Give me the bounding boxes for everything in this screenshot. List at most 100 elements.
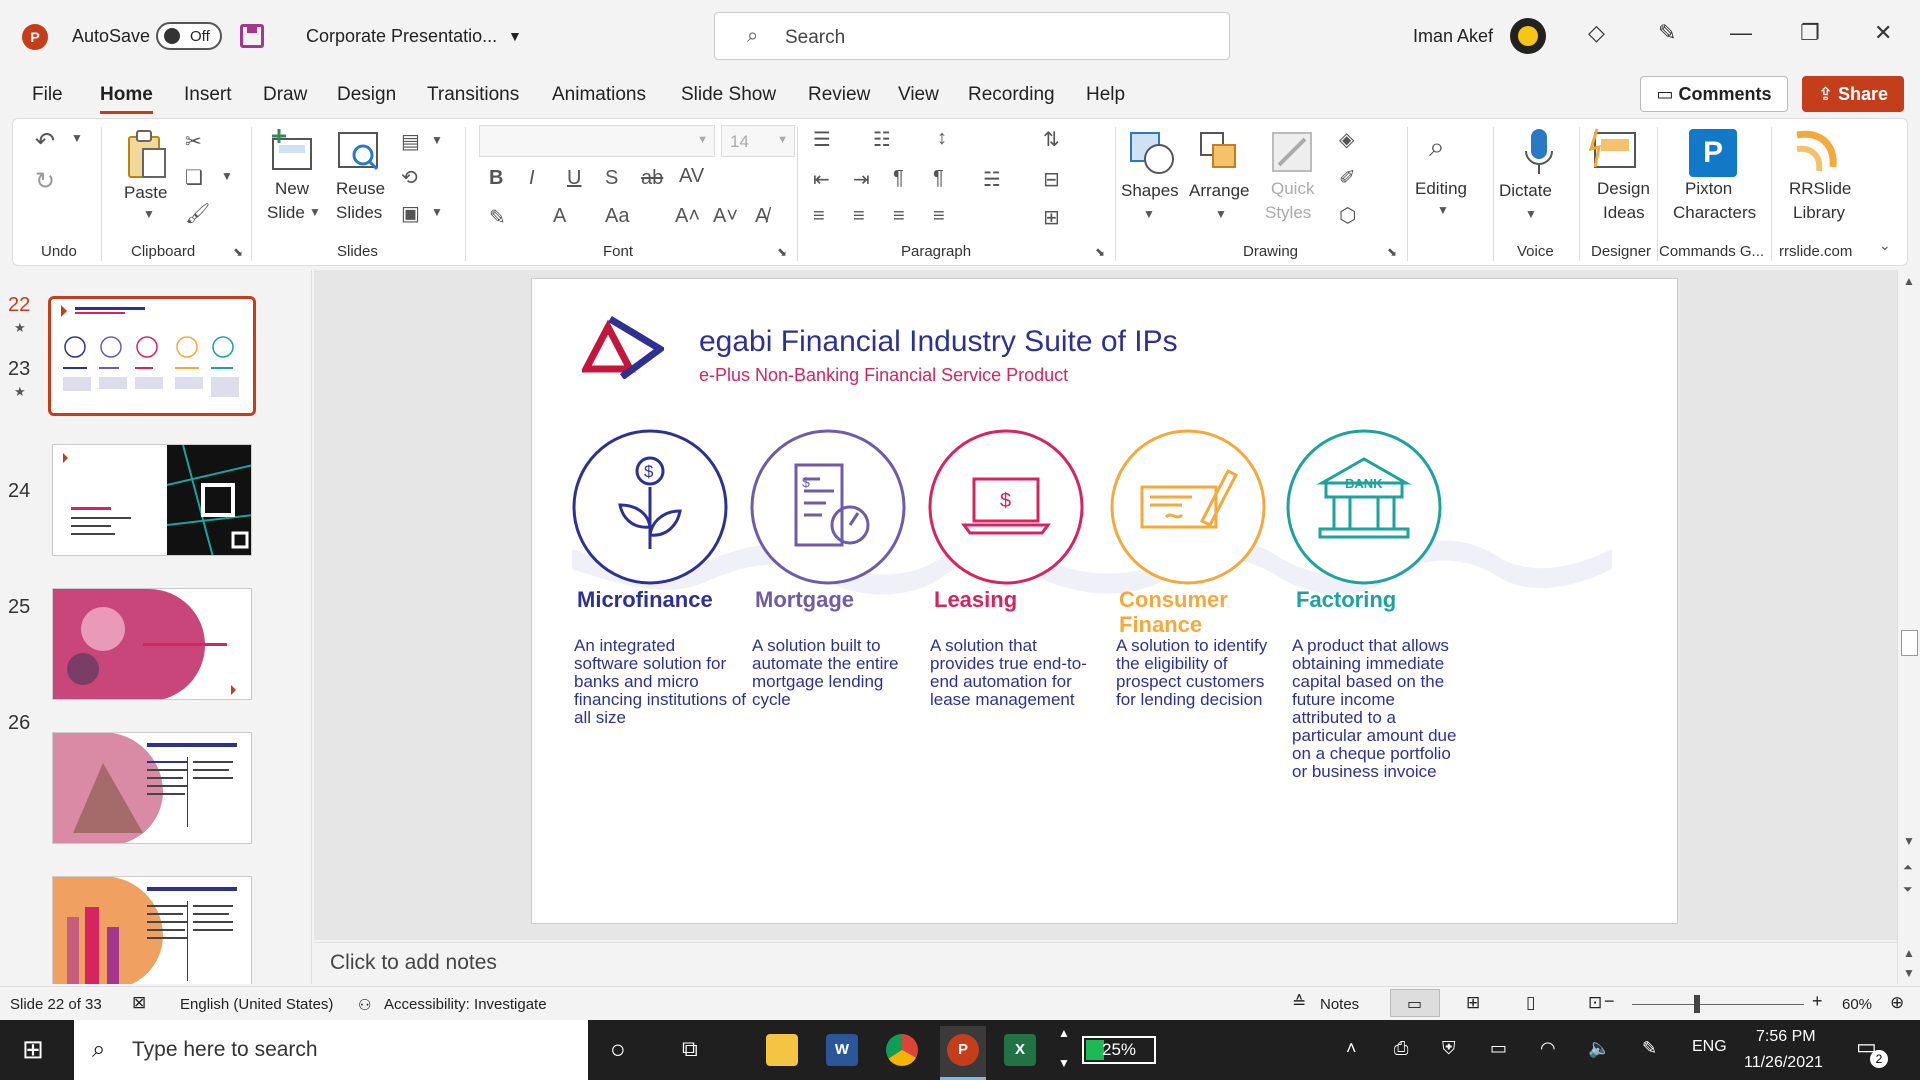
comments-button[interactable]: ▭ Comments	[1640, 76, 1788, 112]
rrslide-icon[interactable]	[1791, 127, 1841, 177]
reading-view-icon[interactable]: ▯	[1526, 993, 1535, 1013]
shapes-label[interactable]: Shapes	[1121, 179, 1179, 203]
notes-icon[interactable]: ≙	[1292, 993, 1306, 1013]
slide-thumbnail-24[interactable]	[52, 588, 252, 700]
scroll-down-icon[interactable]: ▼	[1903, 834, 1915, 848]
chevron-down-icon[interactable]: ▼	[1525, 207, 1537, 221]
notes-scroll-up-icon[interactable]: ▲	[1903, 946, 1915, 960]
vertical-scrollbar[interactable]: ▲ ▼ ⏶ ⏷ ▲ ▼	[1897, 270, 1920, 984]
task-view-icon[interactable]: ⧉	[682, 1036, 698, 1062]
tab-file[interactable]: File	[32, 84, 63, 106]
slide-thumbnail-23[interactable]	[52, 444, 252, 556]
design-ideas-icon[interactable]	[1587, 127, 1639, 175]
editing-label[interactable]: Editing	[1415, 177, 1467, 201]
quick-styles-label-1[interactable]: Quick	[1271, 177, 1314, 201]
design-ideas-label-2[interactable]: Ideas	[1603, 201, 1645, 225]
chevron-down-icon[interactable]: ▼	[1437, 203, 1449, 217]
tab-review[interactable]: Review	[808, 84, 870, 106]
chevron-down-icon[interactable]: ▼	[1215, 207, 1227, 221]
design-ideas-label-1[interactable]: Design	[1597, 177, 1650, 201]
minimize-icon[interactable]: —	[1730, 20, 1752, 46]
accessibility-icon[interactable]: ⚇	[358, 996, 371, 1014]
shrink-font-icon[interactable]: A˅	[713, 205, 738, 228]
notes-scroll-down-icon[interactable]: ▼	[1903, 966, 1915, 980]
new-slide-label-1[interactable]: New	[275, 177, 309, 201]
pixton-icon[interactable]: P	[1689, 129, 1737, 177]
cut-icon[interactable]: ✂	[185, 129, 202, 154]
align-text-icon[interactable]: ⊟	[1043, 167, 1060, 192]
clock-time[interactable]: 7:56 PM	[1756, 1028, 1816, 1046]
underline-icon[interactable]: U	[567, 167, 581, 190]
zoom-slider[interactable]	[1632, 1004, 1804, 1005]
strikethrough-icon[interactable]: ab	[641, 167, 663, 190]
next-slide-icon[interactable]: ⏷	[1903, 882, 1913, 897]
quick-styles-label-2[interactable]: Styles	[1265, 201, 1311, 225]
close-icon[interactable]: ✕	[1874, 20, 1892, 46]
cortana-icon[interactable]: ○	[610, 1034, 626, 1065]
dialog-launcher-icon[interactable]: ⬊	[233, 245, 243, 259]
pixton-label-1[interactable]: Pixton	[1685, 177, 1732, 201]
scroll-up-icon[interactable]: ▲	[1903, 274, 1915, 288]
notes-area[interactable]: Click to add notes	[314, 942, 1897, 984]
line-spacing-icon[interactable]: ↕	[937, 127, 947, 150]
slide-sorter-icon[interactable]: ⊞	[1466, 993, 1480, 1013]
italic-icon[interactable]: I	[529, 167, 535, 190]
font-family-select[interactable]: ▼	[479, 125, 715, 157]
user-name[interactable]: Iman Akef	[1413, 26, 1493, 47]
excel-icon[interactable]: X	[1004, 1034, 1036, 1066]
notes-toggle[interactable]: Notes	[1320, 996, 1359, 1013]
highlight-icon[interactable]: ✎	[489, 205, 506, 230]
language-status[interactable]: English (United States)	[180, 996, 333, 1013]
taskbar-search[interactable]: ⌕ Type here to search	[74, 1020, 588, 1080]
shape-outline-icon[interactable]: ✐	[1339, 165, 1356, 190]
layout-icon[interactable]: ▤	[401, 129, 420, 154]
search-box[interactable]: ⌕ Search	[714, 12, 1230, 60]
font-color-icon[interactable]: A	[553, 205, 566, 228]
microphone-icon[interactable]	[1521, 127, 1557, 177]
redo-icon[interactable]: ↻	[35, 167, 55, 196]
pen-tray-icon[interactable]: ✎	[1642, 1038, 1657, 1059]
copy-icon[interactable]: ❏	[185, 165, 203, 190]
align-left-icon[interactable]: ≡	[813, 205, 825, 228]
wifi-icon[interactable]: ◠	[1540, 1038, 1556, 1059]
rtl-icon[interactable]: ¶	[933, 167, 944, 190]
change-case-icon[interactable]: Aa	[605, 205, 629, 228]
grow-font-icon[interactable]: A˄	[675, 205, 700, 228]
scroll-thumb[interactable]	[1901, 630, 1918, 656]
tab-animations[interactable]: Animations	[552, 84, 646, 106]
current-slide[interactable]: egabi Financial Industry Suite of IPs e-…	[531, 278, 1678, 924]
spelling-check-icon[interactable]: ⊠	[132, 993, 146, 1013]
powerpoint-taskbar-button[interactable]: P	[940, 1026, 986, 1080]
decrease-indent-icon[interactable]: ⇤	[813, 167, 830, 192]
slide-thumbnail-22[interactable]	[48, 296, 256, 416]
character-spacing-icon[interactable]: AV	[679, 165, 704, 188]
section-icon[interactable]: ▣	[401, 201, 420, 226]
autosave-toggle[interactable]: Off	[156, 22, 222, 50]
chevron-down-icon[interactable]: ▼	[71, 131, 83, 145]
slide-thumbnail-26[interactable]	[52, 876, 252, 984]
tab-draw[interactable]: Draw	[263, 84, 307, 106]
rrslide-label-2[interactable]: Library	[1793, 201, 1845, 225]
dialog-launcher-icon[interactable]: ⬊	[777, 245, 787, 259]
chevron-down-icon[interactable]: ▼	[1143, 207, 1155, 221]
reuse-slides-label-1[interactable]: Reuse	[336, 177, 385, 201]
chevron-down-icon[interactable]: ▼	[431, 205, 443, 219]
pixton-label-2[interactable]: Characters	[1673, 201, 1756, 225]
accessibility-status[interactable]: Accessibility: Investigate	[384, 996, 547, 1013]
save-icon[interactable]	[240, 24, 264, 48]
battery-tray-icon[interactable]: ▭	[1490, 1038, 1507, 1059]
increase-indent-icon[interactable]: ⇥	[853, 167, 870, 192]
format-painter-icon[interactable]: 🖌	[185, 201, 210, 226]
meet-now-icon[interactable]: ⎙	[1394, 1038, 1408, 1059]
smartart-icon[interactable]: ⊞	[1043, 205, 1060, 230]
chevron-down-icon[interactable]: ▼	[143, 207, 155, 221]
rrslide-label-1[interactable]: RRSlide	[1789, 177, 1851, 201]
slide-show-icon[interactable]: ⊡	[1588, 993, 1602, 1013]
tab-help[interactable]: Help	[1086, 84, 1125, 106]
align-right-icon[interactable]: ≡	[893, 205, 905, 228]
zoom-level[interactable]: 60%	[1842, 996, 1872, 1013]
volume-icon[interactable]: 🔈	[1588, 1038, 1610, 1059]
tab-slide-show[interactable]: Slide Show	[681, 84, 776, 106]
align-center-icon[interactable]: ≡	[853, 205, 865, 228]
paste-icon[interactable]	[125, 129, 169, 181]
